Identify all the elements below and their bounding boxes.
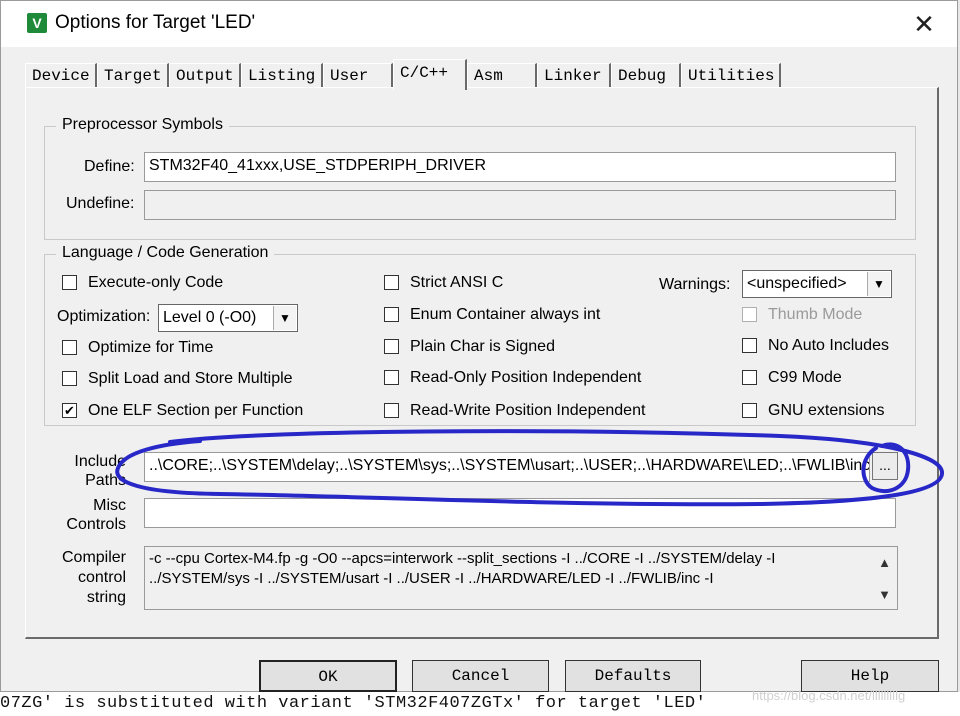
warnings-select[interactable]: <unspecified> ▼: [742, 270, 892, 298]
include-browse-button[interactable]: ...: [872, 452, 898, 480]
plain-char-checkbox[interactable]: [384, 339, 399, 354]
compiler-label-line1: Compiler: [61, 549, 126, 566]
keil-app-icon: V: [27, 13, 47, 33]
misc-label-line1: Misc: [93, 497, 126, 514]
tab-target[interactable]: Target: [97, 63, 169, 88]
tab-debug[interactable]: Debug: [611, 63, 681, 88]
compiler-string-line1: -c --cpu Cortex-M4.fp -g -O0 --apcs=inte…: [149, 550, 776, 567]
tab-utilities[interactable]: Utilities: [681, 63, 781, 88]
rw-position-checkbox[interactable]: [384, 403, 399, 418]
thumb-mode-label: Thumb Mode: [768, 306, 863, 323]
checkmark-icon: ✔: [64, 403, 75, 418]
define-input[interactable]: STM32F40_41xxx,USE_STDPERIPH_DRIVER: [144, 152, 896, 182]
optimization-value: Level 0 (-O0): [163, 309, 257, 326]
tab-listing[interactable]: Listing: [241, 63, 323, 88]
chevron-down-icon: ▼: [273, 306, 296, 330]
scroll-up-icon[interactable]: ▲: [878, 553, 891, 573]
close-button[interactable]: ✕: [901, 5, 947, 43]
tab-asm[interactable]: Asm: [467, 63, 537, 88]
warnings-value: <unspecified>: [747, 275, 847, 292]
strict-ansi-label: Strict ANSI C: [410, 274, 504, 291]
ok-button[interactable]: OK: [259, 660, 397, 692]
misc-controls-input[interactable]: [144, 498, 896, 528]
execute-only-checkbox[interactable]: [62, 275, 77, 290]
ro-position-label: Read-Only Position Independent: [410, 369, 642, 386]
language-group-label: Language / Code Generation: [56, 244, 275, 262]
preprocessor-group: [44, 126, 916, 240]
one-elf-label: One ELF Section per Function: [88, 402, 304, 419]
title-bar: V Options for Target 'LED' ✕: [1, 1, 957, 47]
c99-mode-checkbox[interactable]: [742, 370, 757, 385]
include-paths-label: Include Paths: [56, 452, 126, 490]
compiler-label-line3: string: [86, 589, 126, 606]
defaults-button[interactable]: Defaults: [565, 660, 701, 692]
misc-controls-label: Misc Controls: [56, 496, 126, 534]
optimization-label: Optimization:: [57, 308, 151, 325]
optimize-time-label: Optimize for Time: [88, 339, 214, 356]
tab-device[interactable]: Device: [25, 63, 97, 88]
include-paths-input[interactable]: ..\CORE;..\SYSTEM\delay;..\SYSTEM\sys;..…: [144, 452, 870, 482]
no-auto-includes-checkbox[interactable]: [742, 338, 757, 353]
no-auto-includes-label: No Auto Includes: [768, 337, 889, 354]
split-load-label: Split Load and Store Multiple: [88, 370, 293, 387]
preprocessor-group-label: Preprocessor Symbols: [56, 116, 229, 134]
undefine-input[interactable]: [144, 190, 896, 220]
tab-strip: Device Target Output Listing User C/C++ …: [25, 59, 937, 90]
thumb-mode-checkbox: [742, 307, 757, 322]
include-label-line1: Include: [74, 453, 126, 470]
one-elf-checkbox[interactable]: ✔: [62, 403, 77, 418]
strict-ansi-checkbox[interactable]: [384, 275, 399, 290]
tab-linker[interactable]: Linker: [537, 63, 611, 88]
ro-position-checkbox[interactable]: [384, 370, 399, 385]
optimize-time-checkbox[interactable]: [62, 340, 77, 355]
split-load-checkbox[interactable]: [62, 371, 77, 386]
include-label-line2: Paths: [85, 472, 126, 489]
warnings-label: Warnings:: [659, 276, 731, 293]
scroll-down-icon[interactable]: ▼: [878, 585, 891, 605]
cpp-options-panel: Preprocessor Symbols Define: STM32F40_41…: [25, 87, 939, 639]
tab-c-cpp[interactable]: C/C++: [393, 59, 467, 90]
rw-position-label: Read-Write Position Independent: [410, 402, 646, 419]
watermark-text: https://blog.csdn.net/lllllllllg: [752, 688, 906, 703]
dialog-title: Options for Target 'LED': [55, 12, 256, 33]
misc-label-line2: Controls: [66, 516, 126, 533]
tab-output[interactable]: Output: [169, 63, 241, 88]
options-dialog: V Options for Target 'LED' ✕ Device Targ…: [0, 0, 958, 692]
define-label: Define:: [84, 158, 135, 175]
chevron-down-icon: ▼: [867, 272, 890, 296]
cancel-button[interactable]: Cancel: [412, 660, 549, 692]
execute-only-label: Execute-only Code: [88, 274, 224, 291]
enum-container-label: Enum Container always int: [410, 306, 601, 323]
compiler-string-line2: ../SYSTEM/sys -I ../SYSTEM/usart -I ../U…: [149, 570, 714, 587]
c99-mode-label: C99 Mode: [768, 369, 842, 386]
gnu-extensions-checkbox[interactable]: [742, 403, 757, 418]
undefine-label: Undefine:: [66, 195, 135, 212]
gnu-extensions-label: GNU extensions: [768, 402, 885, 419]
compiler-control-string[interactable]: -c --cpu Cortex-M4.fp -g -O0 --apcs=inte…: [144, 546, 898, 610]
optimization-select[interactable]: Level 0 (-O0) ▼: [158, 304, 298, 332]
compiler-control-label: Compiler control string: [56, 548, 126, 608]
enum-container-checkbox[interactable]: [384, 307, 399, 322]
tab-user[interactable]: User: [323, 63, 393, 88]
plain-char-label: Plain Char is Signed: [410, 338, 555, 355]
compiler-label-line2: control: [77, 569, 126, 586]
